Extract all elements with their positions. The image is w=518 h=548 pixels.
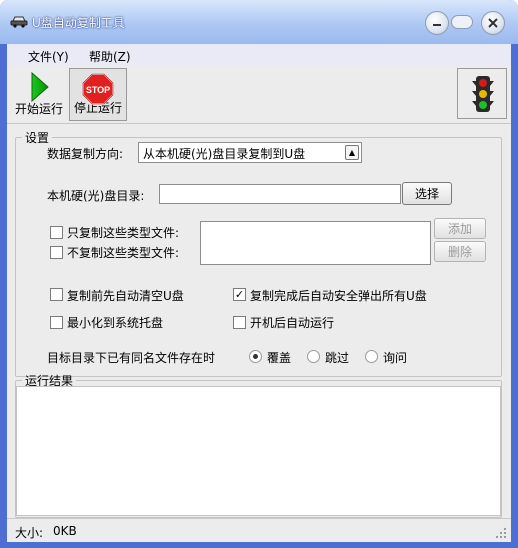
settings-title: 设置 <box>25 131 50 145</box>
chevron-updown-icon: ▲ <box>345 145 359 160</box>
toggle-icon[interactable] <box>451 15 473 29</box>
start-button[interactable]: 开始运行 <box>11 68 67 121</box>
local-dir-label: 本机硬(光)盘目录: <box>47 189 145 203</box>
toolbar: 开始运行 STOP 停止运行 <box>7 66 511 124</box>
menu-bar: 文件(Y) 帮助(Z) <box>7 44 511 66</box>
minimize-icon <box>433 24 441 26</box>
start-label: 开始运行 <box>14 102 63 116</box>
clear-before-checkbox[interactable] <box>50 288 63 301</box>
file-types-input[interactable] <box>200 221 431 265</box>
radio-overwrite-label: 覆盖 <box>267 351 292 365</box>
traffic-light-button[interactable] <box>457 68 507 119</box>
results-log[interactable] <box>16 386 501 516</box>
stop-sign-icon: STOP <box>82 73 114 105</box>
direction-select[interactable]: 从本机硬(光)盘目录复制到U盘 ▲ <box>138 142 362 163</box>
size-label: 大小: <box>15 526 44 540</box>
close-button[interactable] <box>481 11 505 35</box>
minimize-tray-checkbox[interactable] <box>50 316 63 329</box>
eject-after-label: 复制完成后自动安全弹出所有U盘 <box>250 289 427 303</box>
resize-grip-icon[interactable] <box>495 527 507 539</box>
autorun-checkbox[interactable] <box>233 316 246 329</box>
direction-value: 从本机硬(光)盘目录复制到U盘 <box>143 147 306 161</box>
stop-button[interactable]: STOP 停止运行 <box>69 68 127 121</box>
size-value: 0KB <box>53 524 77 538</box>
direction-label: 数据复制方向: <box>47 147 124 161</box>
title-bar[interactable]: U盘自动复制工具 <box>0 0 518 44</box>
radio-skip-label: 跳过 <box>325 351 350 365</box>
local-dir-input[interactable] <box>159 184 401 204</box>
minimize-button[interactable] <box>425 11 449 35</box>
menu-help[interactable]: 帮助(Z) <box>89 48 131 65</box>
window-title: U盘自动复制工具 <box>32 16 125 30</box>
radio-ask-label: 询问 <box>383 351 408 365</box>
close-icon <box>488 18 498 28</box>
only-copy-checkbox[interactable] <box>50 226 63 239</box>
app-window: U盘自动复制工具 文件(Y) 帮助(Z) 开始运行 STOP 停止运行 设置 数… <box>0 0 518 548</box>
play-icon <box>31 72 49 102</box>
stop-sign-text: STOP <box>86 85 110 95</box>
clear-before-label: 复制前先自动清空U盘 <box>67 289 184 303</box>
delete-button[interactable]: 删除 <box>434 241 486 262</box>
status-bar: 大小: 0KB <box>7 518 511 542</box>
conflict-label: 目标目录下已有同名文件存在时 <box>47 351 216 365</box>
browse-button[interactable]: 选择 <box>402 182 452 205</box>
client-area: 文件(Y) 帮助(Z) 开始运行 STOP 停止运行 设置 数据复制方向: 从本… <box>7 44 511 542</box>
traffic-light-icon <box>472 76 494 112</box>
radio-overwrite[interactable] <box>249 350 262 363</box>
no-copy-checkbox[interactable] <box>50 246 63 259</box>
eject-after-checkbox[interactable]: ✓ <box>233 288 246 301</box>
radio-ask[interactable] <box>365 350 378 363</box>
checkmark-icon: ✓ <box>234 288 245 301</box>
radio-skip[interactable] <box>307 350 320 363</box>
add-button[interactable]: 添加 <box>434 218 486 239</box>
menu-file[interactable]: 文件(Y) <box>28 48 69 65</box>
minimize-tray-label: 最小化到系统托盘 <box>67 316 164 330</box>
no-copy-label: 不复制这些类型文件: <box>67 246 180 260</box>
only-copy-label: 只复制这些类型文件: <box>67 226 180 240</box>
car-icon <box>10 16 28 28</box>
autorun-label: 开机后自动运行 <box>250 316 335 330</box>
